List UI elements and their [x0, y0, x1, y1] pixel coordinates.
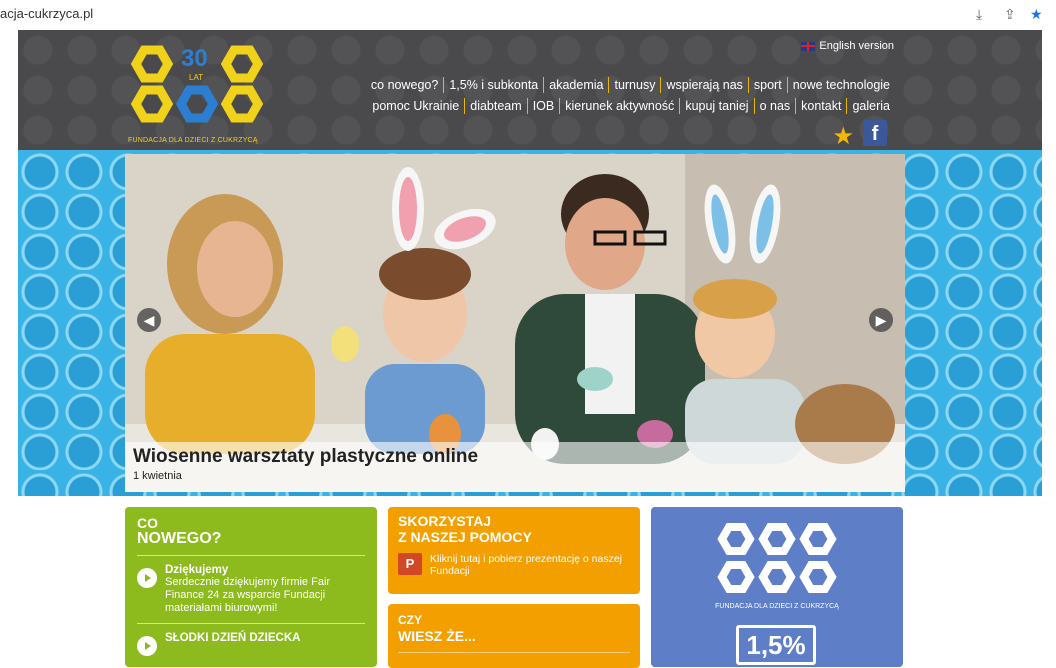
- nav-pomoc-ukrainie[interactable]: pomoc Ukrainie: [367, 98, 466, 114]
- nav-co-nowego[interactable]: co nowego?: [366, 77, 445, 93]
- did-you-know-box[interactable]: CZY WIESZ ŻE...: [388, 604, 640, 668]
- nav-iob[interactable]: IOB: [528, 98, 561, 114]
- share-icon[interactable]: ⇪: [1004, 6, 1016, 23]
- nav-kontakt[interactable]: kontakt: [796, 98, 848, 114]
- site-header: 30 LAT FUNDACJA DLA DZIECI Z CUKRZYCĄ En…: [18, 30, 1042, 150]
- play-arrow-icon: [137, 636, 157, 656]
- foundation-logo[interactable]: 30 LAT FUNDACJA DLA DZIECI Z CUKRZYCĄ: [126, 38, 276, 146]
- slide-caption[interactable]: Wiosenne warsztaty plastyczne online 1 k…: [125, 442, 905, 492]
- divider: [398, 652, 630, 653]
- logo-years: 30: [181, 45, 208, 72]
- nav-turnusy[interactable]: turnusy: [609, 77, 662, 93]
- powerpoint-icon: P: [398, 553, 422, 575]
- nav-kupuj-taniej[interactable]: kupuj taniej: [680, 98, 755, 114]
- presentation-link-text[interactable]: Kliknij tutaj i pobierz prezentację o na…: [430, 553, 630, 577]
- browser-toolbar: acja-cukrzyca.pl ⤓ ⇪ ★: [0, 0, 1056, 30]
- slider-next-button[interactable]: ▶: [869, 308, 893, 332]
- divider: [137, 555, 365, 556]
- did-you-know-heading: CZY WIESZ ŻE...: [398, 613, 476, 644]
- uk-flag-icon: [801, 41, 816, 51]
- main-nav-row-2: pomoc Ukrainie diabteam IOB kierunek akt…: [367, 98, 890, 114]
- news-item-title[interactable]: SŁODKI DZIEŃ DZIECKA: [165, 632, 300, 644]
- one-and-half-percent-box[interactable]: FUNDACJA DLA DZIECI Z CUKRZYCĄ 1,5%: [651, 507, 903, 667]
- nav-diabteam[interactable]: diabteam: [465, 98, 528, 114]
- news-item[interactable]: Dziękujemy Serdecznie dziękujemy firmie …: [137, 564, 365, 615]
- one-and-half-percent-badge[interactable]: 1,5%: [736, 625, 816, 665]
- slide-date: 1 kwietnia: [133, 470, 182, 482]
- favorite-star-icon[interactable]: ★: [832, 122, 854, 151]
- hero-banner: ◀ ▶ Wiosenne warsztaty plastyczne online…: [18, 150, 1042, 496]
- slider-prev-button[interactable]: ◀: [137, 308, 161, 332]
- nav-kierunek-aktywnosc[interactable]: kierunek aktywność: [560, 98, 681, 114]
- news-item[interactable]: SŁODKI DZIEŃ DZIECKA: [137, 632, 365, 656]
- facebook-icon[interactable]: f: [863, 120, 887, 146]
- blue-box-tagline: FUNDACJA DLA DZIECI Z CUKRZYCĄ: [715, 603, 839, 610]
- nav-subkonta[interactable]: 1,5% i subkonta: [444, 77, 545, 93]
- nav-nowe-technologie[interactable]: nowe technologie: [788, 77, 890, 93]
- main-nav-row-1: co nowego? 1,5% i subkonta akademia turn…: [366, 77, 890, 93]
- news-heading: CO NOWEGO?: [137, 515, 222, 547]
- nav-sport[interactable]: sport: [749, 77, 788, 93]
- address-bar[interactable]: acja-cukrzyca.pl: [0, 6, 93, 21]
- news-box: CO NOWEGO? Dziękujemy Serdecznie dziękuj…: [125, 507, 377, 667]
- logo-lat: LAT: [189, 73, 203, 82]
- slider-image[interactable]: ◀ ▶ Wiosenne warsztaty plastyczne online…: [125, 154, 905, 492]
- bookmark-star-icon[interactable]: ★: [1030, 6, 1043, 23]
- news-item-desc: Serdecznie dziękujemy firmie Fair Financ…: [165, 576, 331, 614]
- help-heading: SKORZYSTAJ Z NASZEJ POMOCY: [398, 513, 532, 545]
- english-version-link[interactable]: English version: [801, 40, 894, 52]
- news-item-title[interactable]: Dziękujemy: [165, 564, 365, 576]
- play-arrow-icon: [137, 568, 157, 588]
- slide-title: Wiosenne warsztaty plastyczne online: [133, 446, 479, 467]
- nav-galeria[interactable]: galeria: [847, 98, 890, 114]
- nav-akademia[interactable]: akademia: [544, 77, 610, 93]
- help-box[interactable]: SKORZYSTAJ Z NASZEJ POMOCY P Kliknij tut…: [388, 507, 640, 594]
- foundation-hex-logo: [717, 523, 837, 593]
- nav-wspieraja-nas[interactable]: wspierają nas: [661, 77, 749, 93]
- install-icon[interactable]: ⤓: [976, 6, 982, 23]
- nav-o-nas[interactable]: o nas: [755, 98, 797, 114]
- divider: [137, 623, 365, 624]
- presentation-download-link[interactable]: P Kliknij tutaj i pobierz prezentację o …: [398, 553, 630, 577]
- logo-tagline: FUNDACJA DLA DZIECI Z CUKRZYCĄ: [128, 137, 258, 144]
